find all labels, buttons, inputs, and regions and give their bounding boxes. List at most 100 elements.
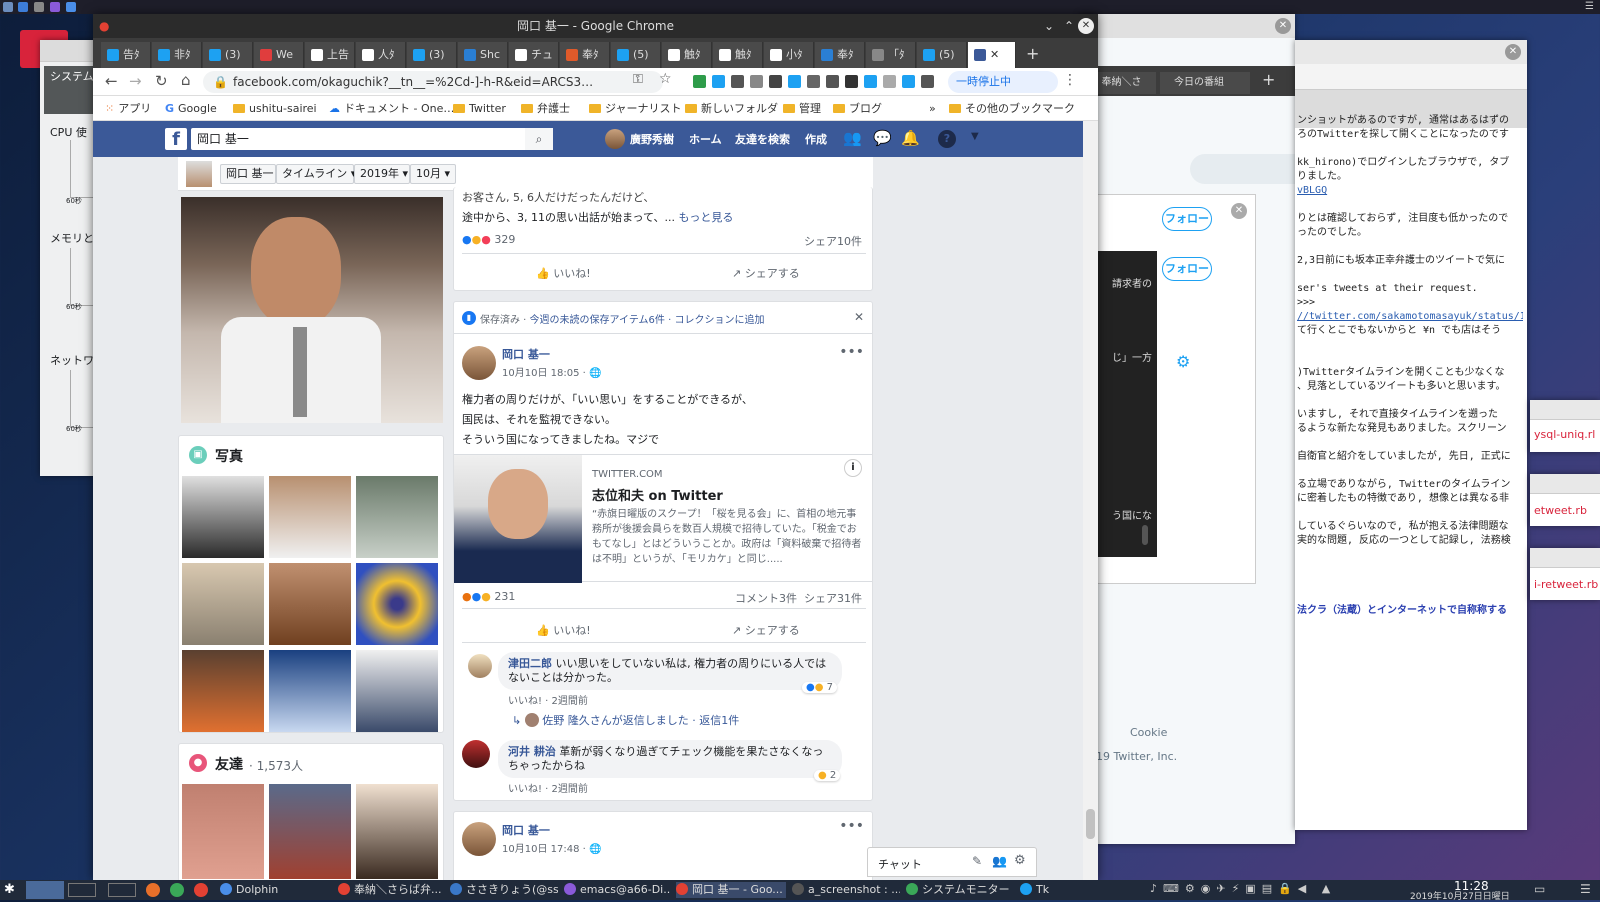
vimeo-icon[interactable] bbox=[864, 75, 877, 88]
application-launcher-icon[interactable]: ✱ bbox=[4, 882, 15, 897]
comment-reactions[interactable]: ●● 7 bbox=[802, 682, 838, 693]
photo-thumbnail[interactable] bbox=[182, 476, 264, 558]
follow-button[interactable]: フォロー bbox=[1162, 257, 1212, 281]
scrollbar[interactable] bbox=[1142, 525, 1148, 545]
bookmark-item[interactable]: 管理 bbox=[783, 101, 821, 117]
bookmark-item[interactable]: ushitu-sairei bbox=[233, 101, 317, 117]
month-select[interactable]: 10月 ▾ bbox=[410, 164, 456, 184]
twitter-icon[interactable] bbox=[712, 75, 725, 88]
friend-photo[interactable] bbox=[182, 784, 264, 879]
photo-thumbnail[interactable] bbox=[182, 563, 264, 645]
comment-author[interactable]: 河井 耕治 bbox=[508, 745, 556, 758]
bookmark-item[interactable]: G Google bbox=[165, 101, 217, 117]
other-bookmarks-folder[interactable]: その他のブックマーク bbox=[949, 101, 1075, 117]
friend-photo[interactable] bbox=[269, 784, 351, 879]
tab[interactable]: 「ﾀ bbox=[866, 42, 916, 68]
taskbar-task[interactable]: 岡口 基一 - Goo... bbox=[676, 882, 786, 898]
avatar[interactable] bbox=[462, 346, 496, 380]
page-scrollbar[interactable] bbox=[1083, 121, 1098, 880]
year-select[interactable]: 2019年 ▾ bbox=[354, 164, 410, 184]
bookmark-item[interactable]: 新しいフォルダ bbox=[685, 101, 778, 117]
app-icon[interactable] bbox=[50, 2, 60, 12]
nav-create[interactable]: 作成 bbox=[805, 131, 827, 147]
tab[interactable]: 小ﾀ bbox=[764, 42, 814, 68]
avatar[interactable] bbox=[468, 654, 492, 678]
extension-icon[interactable] bbox=[883, 75, 896, 88]
bookmark-item[interactable]: ⁙ アプリ bbox=[105, 101, 151, 117]
clock-date[interactable]: 2019年10月27日日曜日 bbox=[1410, 889, 1510, 902]
extension-icon[interactable] bbox=[845, 75, 858, 88]
new-tab-icon[interactable]: + bbox=[1026, 44, 1039, 63]
chrome-icon[interactable] bbox=[194, 883, 208, 897]
tab[interactable]: (3) bbox=[407, 42, 457, 68]
evernote-icon[interactable] bbox=[693, 75, 706, 88]
photo-thumbnail[interactable] bbox=[269, 650, 351, 732]
desktop-pager[interactable] bbox=[108, 883, 136, 897]
more-bookmarks-icon[interactable]: » bbox=[929, 101, 936, 117]
tab[interactable]: 非ﾀ bbox=[152, 42, 202, 68]
taskbar-task[interactable]: a_screenshot : ... bbox=[792, 882, 900, 898]
photo-thumbnail[interactable] bbox=[269, 563, 351, 645]
cookie-link[interactable]: Cookie bbox=[1130, 726, 1167, 739]
close-icon[interactable]: ✕ bbox=[1275, 18, 1291, 34]
nav-find-friends[interactable]: 友達を検索 bbox=[735, 131, 790, 147]
reload-icon[interactable]: ↻ bbox=[155, 72, 168, 90]
nav-profile[interactable]: 廣野秀樹 bbox=[630, 131, 674, 147]
photos-title[interactable]: 写真 bbox=[215, 446, 243, 466]
close-icon[interactable]: ✕ bbox=[990, 48, 999, 61]
home-icon[interactable]: ⌂ bbox=[181, 71, 191, 89]
group-icon[interactable]: 👥 bbox=[992, 854, 1007, 868]
photo-thumbnail[interactable] bbox=[269, 476, 351, 558]
comment-share-count[interactable]: コメント3件 シェア31件 bbox=[735, 590, 862, 606]
post-author[interactable]: 岡口 基一 bbox=[502, 346, 550, 362]
close-icon[interactable]: ✕ bbox=[1078, 18, 1094, 34]
timeline-select[interactable]: タイムライン ▾ bbox=[276, 164, 356, 184]
share-button[interactable]: ↗ シェアする bbox=[732, 622, 800, 638]
compose-icon[interactable]: ✎ bbox=[972, 854, 982, 868]
desktop-pager[interactable] bbox=[26, 881, 64, 899]
chevron-down-icon[interactable]: ▼ bbox=[971, 131, 979, 142]
profile-photo[interactable] bbox=[181, 197, 443, 423]
photo-thumbnail[interactable] bbox=[356, 476, 438, 558]
photo-thumbnail[interactable] bbox=[356, 650, 438, 732]
gear-icon[interactable]: ⚙ bbox=[1014, 853, 1026, 868]
friend-requests-icon[interactable]: 👥 bbox=[843, 129, 862, 147]
paused-profile-button[interactable]: 一時停止中 bbox=[948, 71, 1058, 93]
messenger-icon[interactable]: 💬 bbox=[873, 129, 892, 147]
gear-icon[interactable]: ⚙ bbox=[1176, 352, 1190, 371]
bell-icon[interactable]: 🔔 bbox=[901, 129, 920, 147]
comment-meta[interactable]: いいね! · 2週間前 bbox=[508, 780, 588, 795]
like-button[interactable]: 👍 いいね! bbox=[536, 622, 591, 638]
tab[interactable]: (5) bbox=[611, 42, 661, 68]
star-icon[interactable]: ☆ bbox=[659, 71, 672, 87]
bookmark-item[interactable]: Twitter bbox=[453, 101, 506, 117]
maximize-icon[interactable]: ⌃ bbox=[1064, 14, 1074, 38]
taskbar-task[interactable]: 奉納＼さらば弁... bbox=[338, 882, 444, 898]
photo-thumbnail[interactable] bbox=[356, 563, 438, 645]
address-bar[interactable]: 🔒 facebook.com/okaguchik?__tn__=%2Cd-]-h… bbox=[203, 71, 663, 93]
bookmark-item[interactable]: ジャーナリスト bbox=[589, 101, 681, 117]
taskbar-task[interactable]: emacs@a66-Di... bbox=[564, 882, 670, 898]
globe-icon[interactable] bbox=[18, 2, 28, 12]
more-icon[interactable]: ⋮ bbox=[1063, 72, 1077, 88]
terminal-icon[interactable] bbox=[34, 2, 44, 12]
avatar[interactable] bbox=[462, 740, 490, 768]
post-time[interactable]: 10月10日 17:48 · 🌐 bbox=[502, 840, 601, 855]
follow-button[interactable]: フォロー bbox=[1162, 207, 1212, 231]
tab[interactable]: 奉ﾀ bbox=[815, 42, 865, 68]
key-icon[interactable]: ⚿ bbox=[633, 72, 643, 87]
tab[interactable]: We bbox=[254, 42, 304, 68]
menu-icon[interactable]: ☰ bbox=[1580, 882, 1591, 896]
profile-thumbnail[interactable] bbox=[186, 161, 212, 187]
profile-name-button[interactable]: 岡口 基一 bbox=[220, 164, 276, 184]
bookmark-icon[interactable] bbox=[921, 75, 934, 88]
share-button[interactable]: ↗ シェアする bbox=[732, 265, 800, 281]
taskbar-task[interactable]: ささきりょう(@ss... bbox=[450, 882, 558, 898]
close-icon[interactable]: ✕ bbox=[854, 310, 864, 324]
comment-reactions[interactable]: ● 2 bbox=[814, 770, 841, 781]
reactions-summary[interactable]: ●●● 329 bbox=[462, 233, 515, 246]
bookmark-item[interactable]: ☁ ドキュメント - One… bbox=[329, 101, 454, 117]
tab[interactable]: 人ﾀ bbox=[356, 42, 406, 68]
more-options-icon[interactable]: ••• bbox=[839, 344, 864, 360]
browser-icon[interactable] bbox=[170, 883, 184, 897]
